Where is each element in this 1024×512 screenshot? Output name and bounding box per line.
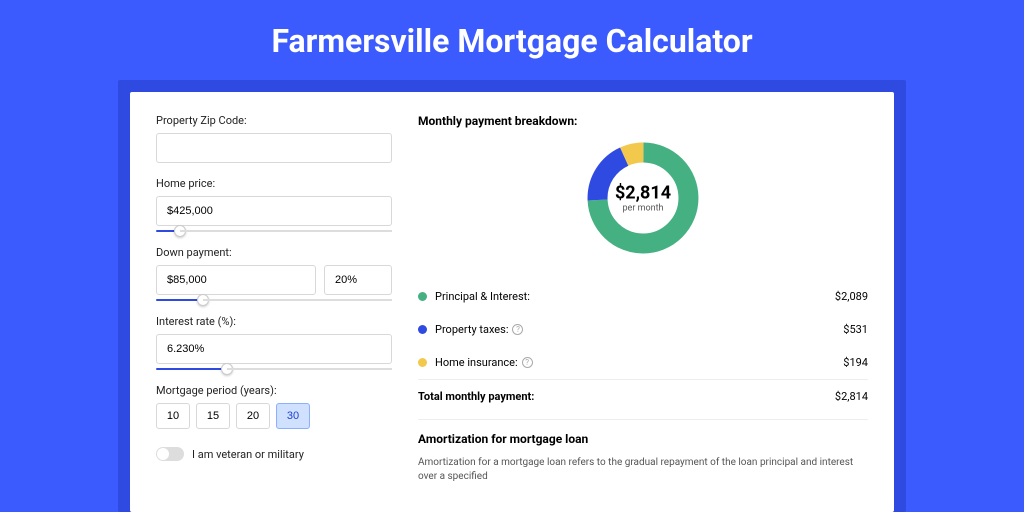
breakdown-label: Property taxes: ? bbox=[435, 323, 843, 336]
breakdown-title: Monthly payment breakdown: bbox=[418, 114, 868, 128]
home-price-slider[interactable] bbox=[156, 230, 392, 232]
donut-sub: per month bbox=[615, 204, 671, 214]
dot-icon bbox=[418, 358, 427, 367]
divider bbox=[418, 419, 868, 420]
dot-icon bbox=[418, 325, 427, 334]
calculator-card: Property Zip Code: Home price: Down paym… bbox=[130, 92, 894, 512]
veteran-label: I am veteran or military bbox=[192, 448, 304, 461]
breakdown-value: $194 bbox=[843, 356, 868, 369]
donut-chart: $2,814 per month bbox=[418, 138, 868, 258]
period-btn-20[interactable]: 20 bbox=[236, 403, 270, 429]
breakdown-total-label: Total monthly payment: bbox=[418, 390, 835, 403]
amortization-text: Amortization for a mortgage loan refers … bbox=[418, 456, 868, 484]
down-payment-group: Down payment: bbox=[156, 246, 392, 301]
amortization-title: Amortization for mortgage loan bbox=[418, 432, 868, 446]
home-price-group: Home price: bbox=[156, 177, 392, 232]
breakdown-column: Monthly payment breakdown: $2,814 per mo… bbox=[418, 114, 868, 512]
breakdown-label: Principal & Interest: bbox=[435, 290, 835, 303]
zip-group: Property Zip Code: bbox=[156, 114, 392, 163]
zip-label: Property Zip Code: bbox=[156, 114, 392, 127]
breakdown-total-value: $2,814 bbox=[835, 390, 868, 403]
veteran-toggle[interactable] bbox=[156, 447, 184, 461]
slider-thumb[interactable] bbox=[197, 294, 209, 306]
zip-input[interactable] bbox=[156, 133, 392, 163]
breakdown-value: $2,089 bbox=[835, 290, 868, 303]
period-btn-10[interactable]: 10 bbox=[156, 403, 190, 429]
dot-icon bbox=[418, 292, 427, 301]
down-payment-slider[interactable] bbox=[156, 299, 392, 301]
down-payment-pct-input[interactable] bbox=[324, 265, 392, 295]
period-label: Mortgage period (years): bbox=[156, 384, 392, 397]
page-title: Farmersville Mortgage Calculator bbox=[0, 0, 1024, 80]
period-group: Mortgage period (years): 10 15 20 30 bbox=[156, 384, 392, 429]
slider-thumb[interactable] bbox=[221, 363, 233, 375]
breakdown-row-total: Total monthly payment: $2,814 bbox=[418, 379, 868, 413]
slider-thumb[interactable] bbox=[174, 225, 186, 237]
donut-center: $2,814 per month bbox=[615, 183, 671, 214]
form-column: Property Zip Code: Home price: Down paym… bbox=[156, 114, 392, 512]
veteran-row: I am veteran or military bbox=[156, 447, 392, 461]
period-options: 10 15 20 30 bbox=[156, 403, 392, 429]
home-price-input[interactable] bbox=[156, 196, 392, 226]
help-icon[interactable]: ? bbox=[522, 357, 533, 368]
breakdown-row-taxes: Property taxes: ? $531 bbox=[418, 313, 868, 346]
breakdown-value: $531 bbox=[843, 323, 868, 336]
down-payment-label: Down payment: bbox=[156, 246, 392, 259]
breakdown-label: Home insurance: ? bbox=[435, 356, 843, 369]
interest-input[interactable] bbox=[156, 334, 392, 364]
interest-group: Interest rate (%): bbox=[156, 315, 392, 370]
help-icon[interactable]: ? bbox=[512, 324, 523, 335]
donut-amount: $2,814 bbox=[615, 183, 671, 204]
interest-slider[interactable] bbox=[156, 368, 392, 370]
period-btn-30[interactable]: 30 bbox=[276, 403, 310, 429]
period-btn-15[interactable]: 15 bbox=[196, 403, 230, 429]
down-payment-input[interactable] bbox=[156, 265, 316, 295]
breakdown-row-insurance: Home insurance: ? $194 bbox=[418, 346, 868, 379]
home-price-label: Home price: bbox=[156, 177, 392, 190]
card-outer: Property Zip Code: Home price: Down paym… bbox=[118, 80, 906, 512]
interest-label: Interest rate (%): bbox=[156, 315, 392, 328]
breakdown-row-principal: Principal & Interest: $2,089 bbox=[418, 280, 868, 313]
